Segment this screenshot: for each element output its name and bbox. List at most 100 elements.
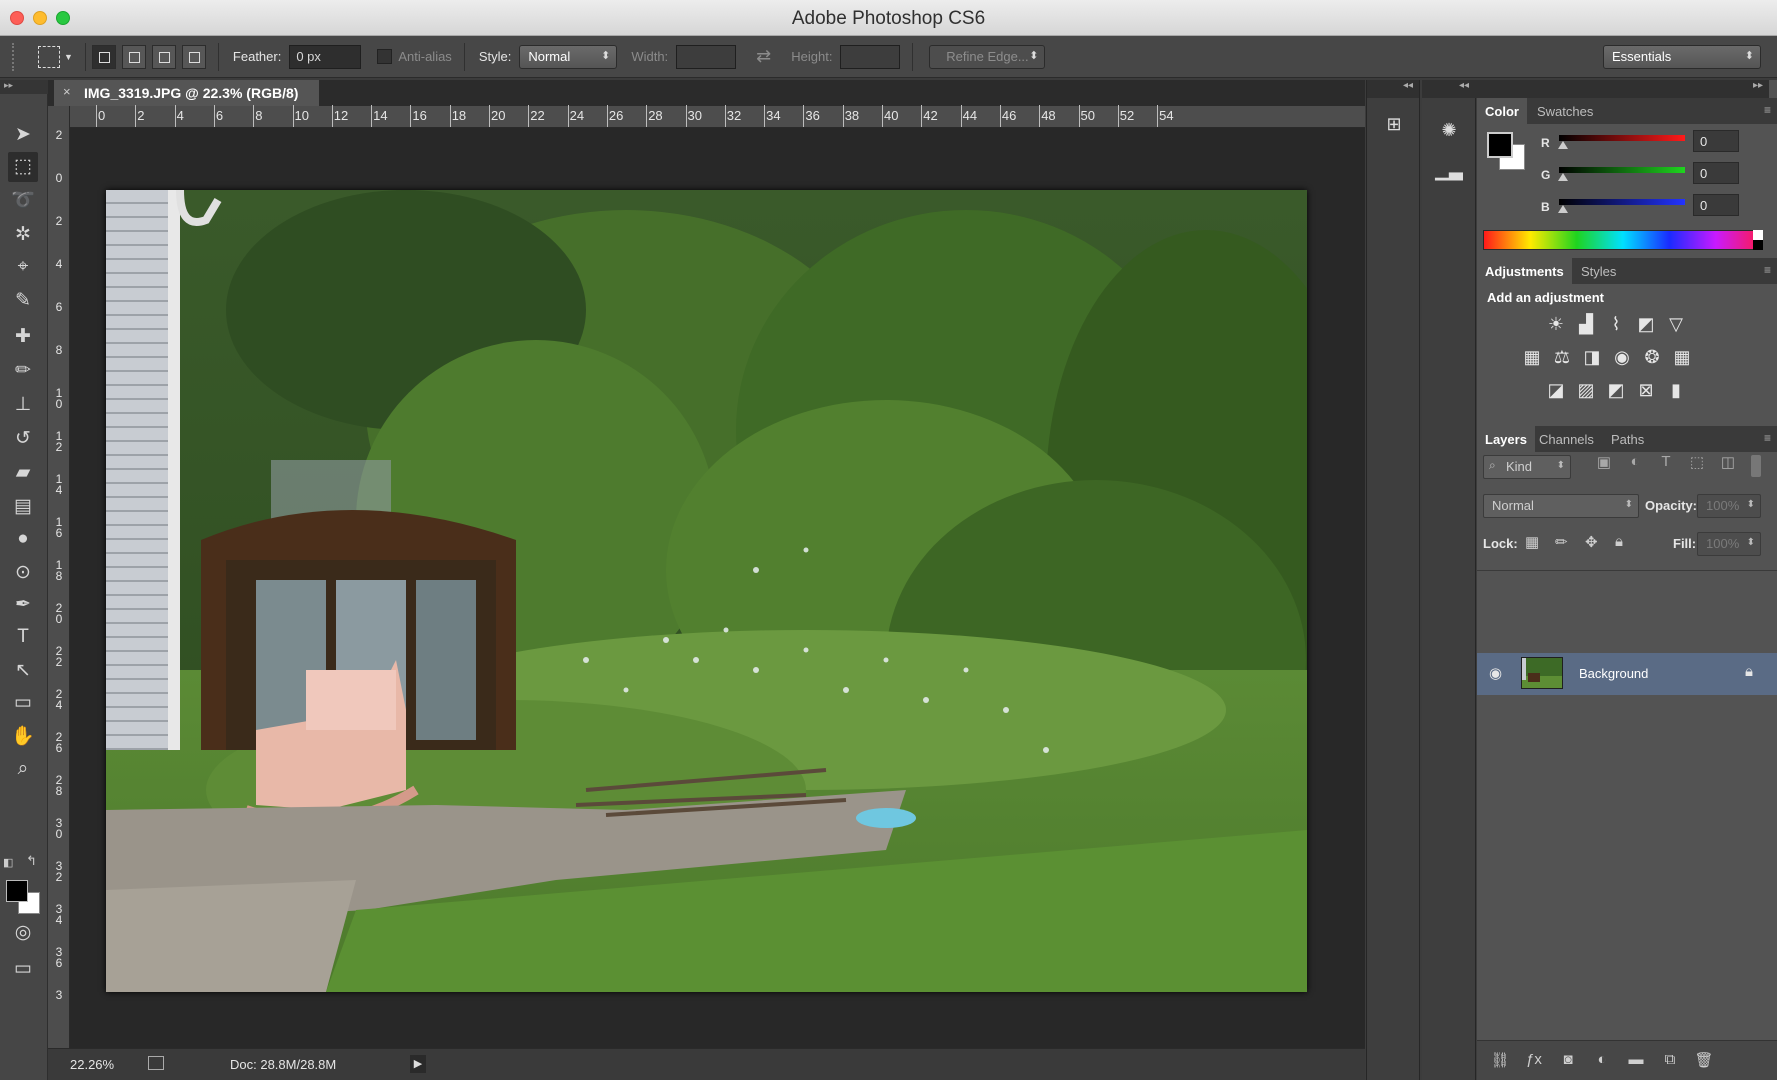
- marquee-tool-preset-icon[interactable]: [38, 45, 60, 68]
- type-tool[interactable]: T: [8, 622, 38, 652]
- blue-value[interactable]: 0: [1693, 194, 1739, 216]
- document-tab[interactable]: × IMG_3319.JPG @ 22.3% (RGB/8): [54, 80, 319, 106]
- color-balance-icon[interactable]: ⚖: [1549, 345, 1575, 369]
- refine-edge-button[interactable]: Refine Edge...: [929, 44, 1046, 69]
- red-slider-thumb[interactable]: [1558, 141, 1568, 149]
- screen-mode-icon[interactable]: ▭: [8, 954, 38, 984]
- tab-adjustments[interactable]: Adjustments: [1477, 258, 1572, 284]
- layer-kind-filter[interactable]: Kind: [1483, 455, 1571, 479]
- tool-preset-dropdown-icon[interactable]: ▼: [64, 52, 73, 62]
- dock-collapse-icon[interactable]: ◂◂: [1422, 80, 1475, 98]
- invert-icon[interactable]: ◪: [1543, 378, 1569, 402]
- dodge-tool[interactable]: ⊙: [8, 558, 38, 588]
- blue-slider[interactable]: [1559, 199, 1685, 205]
- dock-collapse-icon[interactable]: ◂◂: [1367, 80, 1419, 98]
- foreground-color-chip[interactable]: [1487, 132, 1513, 158]
- tab-styles[interactable]: Styles: [1573, 258, 1624, 284]
- gradient-tool[interactable]: ▤: [8, 492, 38, 522]
- clone-stamp-tool[interactable]: ⊥: [8, 390, 38, 420]
- navigator-panel-icon[interactable]: ✺: [1435, 116, 1463, 144]
- filter-toggle-switch[interactable]: [1751, 455, 1761, 477]
- blur-tool[interactable]: ●: [8, 524, 38, 554]
- crop-tool[interactable]: ⌖: [8, 252, 38, 282]
- add-mask-icon[interactable]: ◙: [1557, 1051, 1579, 1071]
- history-panel-icon[interactable]: ⊞: [1380, 110, 1408, 138]
- panel-menu-icon[interactable]: ≡: [1764, 263, 1771, 277]
- hue-saturation-icon[interactable]: ▦: [1519, 345, 1545, 369]
- color-spectrum-ramp[interactable]: [1483, 230, 1763, 250]
- marquee-tool[interactable]: ⬚: [8, 152, 38, 182]
- blend-mode-select[interactable]: Normal: [1483, 494, 1639, 518]
- status-menu-arrow-icon[interactable]: ▶: [410, 1055, 426, 1073]
- foreground-color-swatch[interactable]: [6, 880, 28, 902]
- fill-input[interactable]: 100%: [1697, 532, 1761, 556]
- green-value[interactable]: 0: [1693, 162, 1739, 184]
- photo-filter-icon[interactable]: ◉: [1609, 345, 1635, 369]
- toolbar-expand-icon[interactable]: ▸▸: [0, 80, 48, 94]
- color-lookup-icon[interactable]: ▦: [1669, 345, 1695, 369]
- horizontal-ruler[interactable]: 0 2 4 6 8 10 12 14 16 18 20 22 24 26 28 30 32 34 36 38 40 42 4…: [70, 105, 1365, 128]
- lock-image-pixels-icon[interactable]: ✏: [1555, 533, 1568, 551]
- exposure-icon[interactable]: ◩: [1633, 312, 1659, 336]
- panel-menu-icon[interactable]: ≡: [1764, 431, 1771, 445]
- lock-position-icon[interactable]: ✥: [1585, 533, 1598, 551]
- filter-type-icon[interactable]: T: [1655, 453, 1677, 473]
- hand-tool[interactable]: ✋: [8, 722, 38, 752]
- black-white-icon[interactable]: ◨: [1579, 345, 1605, 369]
- blue-slider-thumb[interactable]: [1558, 205, 1568, 213]
- panels-collapse-icon[interactable]: ▸▸: [1469, 80, 1769, 98]
- brightness-contrast-icon[interactable]: ☀: [1543, 312, 1569, 336]
- intersect-selection-button[interactable]: [181, 44, 206, 69]
- green-slider[interactable]: [1559, 167, 1685, 173]
- filter-shape-icon[interactable]: ⬚: [1686, 453, 1708, 473]
- green-slider-thumb[interactable]: [1558, 173, 1568, 181]
- workspace-switcher[interactable]: Essentials: [1603, 44, 1761, 69]
- eraser-tool[interactable]: ▰: [8, 458, 38, 488]
- filter-adjustment-icon[interactable]: ◐: [1624, 453, 1646, 473]
- rectangle-tool[interactable]: ▭: [8, 688, 38, 718]
- document-info-icon[interactable]: [148, 1056, 164, 1070]
- default-colors-icon[interactable]: ◧: [3, 856, 13, 869]
- history-brush-tool[interactable]: ↺: [8, 424, 38, 454]
- quick-mask-icon[interactable]: ◎: [8, 918, 38, 948]
- swap-colors-icon[interactable]: ↰: [26, 853, 37, 869]
- height-input[interactable]: [840, 44, 901, 69]
- healing-brush-tool[interactable]: ✚: [8, 322, 38, 352]
- swap-dimensions-icon[interactable]: ⇄: [756, 46, 771, 67]
- layer-lock-icon[interactable]: 🔒︎: [1745, 663, 1753, 680]
- feather-input[interactable]: 0 px: [289, 44, 362, 69]
- layer-style-fx-icon[interactable]: ƒx: [1523, 1051, 1545, 1071]
- tab-layers[interactable]: Layers: [1477, 426, 1535, 452]
- eyedropper-tool[interactable]: ✎: [8, 286, 38, 316]
- magic-wand-tool[interactable]: ✲: [8, 220, 38, 250]
- tab-swatches[interactable]: Swatches: [1529, 98, 1601, 124]
- gradient-map-icon[interactable]: ▮: [1663, 378, 1689, 402]
- filter-pixel-icon[interactable]: ▣: [1593, 453, 1615, 473]
- new-layer-icon[interactable]: ⧉: [1659, 1051, 1681, 1071]
- black-swatch[interactable]: [1753, 240, 1763, 250]
- vibrance-icon[interactable]: ▽: [1663, 312, 1689, 336]
- document-image[interactable]: [106, 190, 1307, 992]
- vertical-ruler[interactable]: 2 0 2 4 6 8 1 0 1 2 1 4 1 6 1 8 2 0 2 2 2 4 2 6 2 8 3 0 3…: [48, 106, 70, 1080]
- add-to-selection-button[interactable]: [121, 44, 146, 69]
- opacity-input[interactable]: 100%: [1697, 494, 1761, 518]
- width-input[interactable]: [676, 44, 737, 69]
- subtract-from-selection-button[interactable]: [151, 44, 176, 69]
- eye-icon[interactable]: ◉: [1489, 664, 1502, 682]
- tab-color[interactable]: Color: [1477, 98, 1527, 124]
- curves-icon[interactable]: ⌇: [1603, 312, 1629, 336]
- tab-paths[interactable]: Paths: [1603, 426, 1652, 452]
- histogram-panel-icon[interactable]: ▁▃: [1435, 156, 1463, 184]
- move-tool[interactable]: ➤: [8, 120, 38, 150]
- lasso-tool[interactable]: ➰: [8, 186, 38, 216]
- zoom-tool[interactable]: ⌕: [8, 754, 38, 784]
- path-selection-tool[interactable]: ↖: [8, 656, 38, 686]
- new-group-icon[interactable]: ▬: [1625, 1051, 1647, 1071]
- lock-transparent-pixels-icon[interactable]: ▦: [1525, 533, 1539, 551]
- red-slider[interactable]: [1559, 135, 1685, 141]
- lock-all-icon[interactable]: 🔒︎: [1615, 533, 1623, 550]
- style-select[interactable]: Normal: [519, 44, 618, 69]
- zoom-level[interactable]: 22.26%: [70, 1057, 114, 1072]
- pen-tool[interactable]: ✒: [8, 590, 38, 620]
- new-selection-button[interactable]: [91, 44, 116, 69]
